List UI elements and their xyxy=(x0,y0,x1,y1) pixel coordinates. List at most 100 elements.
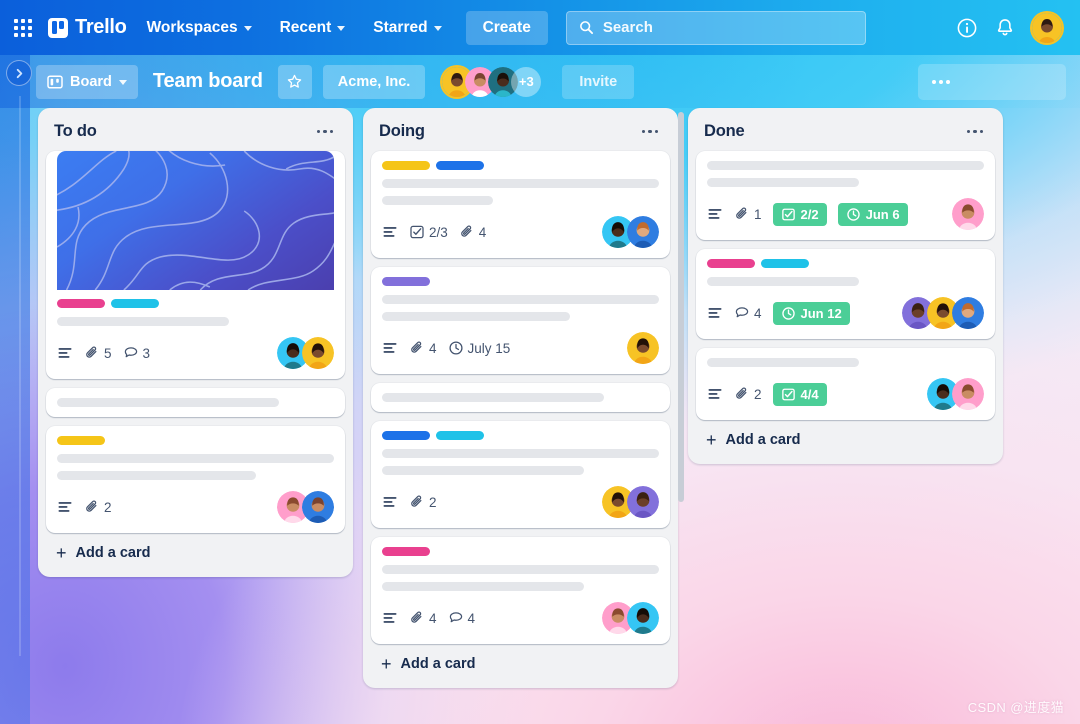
due-date-text: Jun 12 xyxy=(800,305,842,321)
attachment-icon xyxy=(411,341,422,353)
list-header: Done xyxy=(696,116,995,151)
invite-button[interactable]: Invite xyxy=(562,64,635,99)
card-title-placeholder xyxy=(382,393,604,402)
card-label xyxy=(382,547,430,556)
card-members xyxy=(602,216,659,248)
add-card-button[interactable]: + Add a card xyxy=(371,644,670,680)
card[interactable]: 2 xyxy=(371,421,670,528)
add-card-button[interactable]: + Add a card xyxy=(696,420,995,456)
clock-icon xyxy=(781,306,795,320)
info-circle-icon[interactable] xyxy=(956,17,978,39)
card[interactable]: 1 2/2 Jun 6 xyxy=(696,151,995,240)
avatar[interactable] xyxy=(627,602,659,634)
due-date-complete-badge: Jun 6 xyxy=(837,202,908,226)
card-label xyxy=(707,259,755,268)
due-date-text: Jun 6 xyxy=(865,206,900,222)
grid-apps-icon[interactable] xyxy=(14,18,32,37)
avatar[interactable] xyxy=(302,337,334,369)
card-title-placeholder xyxy=(57,398,279,407)
card-footer: 2 xyxy=(57,491,334,523)
description-icon xyxy=(57,345,73,361)
card-title-placeholder xyxy=(382,196,493,205)
card[interactable]: 2 4/4 xyxy=(696,348,995,420)
avatar[interactable] xyxy=(627,216,659,248)
card[interactable]: 4 4 xyxy=(371,537,670,644)
card-title-placeholder xyxy=(382,179,659,188)
trello-logo[interactable]: Trello xyxy=(48,16,127,39)
avatar[interactable] xyxy=(952,198,984,230)
clock-icon xyxy=(448,341,463,355)
avatar[interactable] xyxy=(627,332,659,364)
checklist-count: 2/2 xyxy=(800,206,819,222)
star-board-button[interactable] xyxy=(277,64,312,99)
card-members xyxy=(902,297,984,329)
checklist-icon xyxy=(781,388,795,400)
avatar[interactable] xyxy=(627,486,659,518)
create-button[interactable]: Create xyxy=(465,10,548,45)
chevron-down-icon xyxy=(433,26,442,31)
card-title-placeholder xyxy=(382,466,585,475)
add-card-button[interactable]: + Add a card xyxy=(46,533,345,569)
card-members xyxy=(602,486,659,518)
card-labels xyxy=(707,259,984,268)
board-menu-button[interactable] xyxy=(918,63,1066,100)
attachment-icon xyxy=(736,207,747,219)
attachment-badge: 2 xyxy=(734,386,762,402)
card[interactable]: 4 Jun 12 xyxy=(696,249,995,339)
attachment-icon xyxy=(86,500,97,512)
card-labels xyxy=(382,161,659,170)
card-title-placeholder xyxy=(382,449,659,458)
page-title[interactable]: Team board xyxy=(149,70,267,93)
avatar[interactable] xyxy=(952,297,984,329)
user-avatar[interactable] xyxy=(1032,12,1062,43)
board-view-selector[interactable]: Board xyxy=(36,64,138,99)
card-title-placeholder xyxy=(57,454,334,463)
card-labels xyxy=(382,277,659,286)
board-icon xyxy=(47,74,63,89)
board-members: +3 xyxy=(442,66,542,97)
card-members xyxy=(277,337,334,369)
nav-workspaces[interactable]: Workspaces xyxy=(139,13,260,43)
avatar[interactable] xyxy=(952,378,984,410)
list-menu-button[interactable] xyxy=(313,126,338,138)
attachment-badge: 4 xyxy=(409,610,437,626)
list-header: Doing xyxy=(371,116,670,151)
list-scrollbar[interactable] xyxy=(678,112,684,502)
notification-bell-icon[interactable] xyxy=(994,17,1016,39)
card[interactable]: 2/3 4 xyxy=(371,151,670,258)
members-overflow-count[interactable]: +3 xyxy=(511,66,542,97)
card[interactable] xyxy=(46,388,345,417)
attachment-count: 4 xyxy=(478,224,487,240)
list-menu-button[interactable] xyxy=(638,126,663,138)
board-header-bar: Board Team board Acme, Inc. +3 Invite xyxy=(0,55,1080,108)
sidebar-expand-button[interactable] xyxy=(6,60,32,86)
nav-starred[interactable]: Starred xyxy=(365,13,449,43)
card[interactable]: 4 July 15 xyxy=(371,267,670,374)
description-icon xyxy=(57,499,73,515)
checklist-complete-badge: 2/2 xyxy=(772,202,827,226)
list-doing: Doing 2/3 4 4 July 15 2 4 4 + Add a card xyxy=(363,108,684,688)
nav-recent[interactable]: Recent xyxy=(272,13,354,43)
card-members xyxy=(602,602,659,634)
card-labels xyxy=(57,436,334,445)
checklist-icon xyxy=(410,225,424,239)
card[interactable]: 5 3 xyxy=(46,151,345,379)
card[interactable]: 2 xyxy=(46,426,345,533)
card-footer: 4 Jun 12 xyxy=(707,297,984,329)
workspace-name-button[interactable]: Acme, Inc. xyxy=(322,64,426,99)
attachment-count: 2 xyxy=(754,386,762,402)
card[interactable] xyxy=(371,383,670,412)
card-label xyxy=(761,259,809,268)
search-placeholder: Search xyxy=(602,19,653,36)
card-container: 1 2/2 Jun 6 4 Jun 12 2 4/4 xyxy=(696,151,995,420)
card-title-placeholder xyxy=(707,178,860,187)
avatar[interactable] xyxy=(302,491,334,523)
card-label xyxy=(382,161,430,170)
description-icon xyxy=(707,386,723,402)
search-input[interactable]: Search xyxy=(565,10,866,45)
list-menu-button[interactable] xyxy=(963,126,988,138)
comment-icon xyxy=(124,347,137,358)
card-container: 5 3 2 xyxy=(46,151,345,533)
nav-starred-label: Starred xyxy=(373,18,428,36)
list-header: To do xyxy=(46,116,345,151)
